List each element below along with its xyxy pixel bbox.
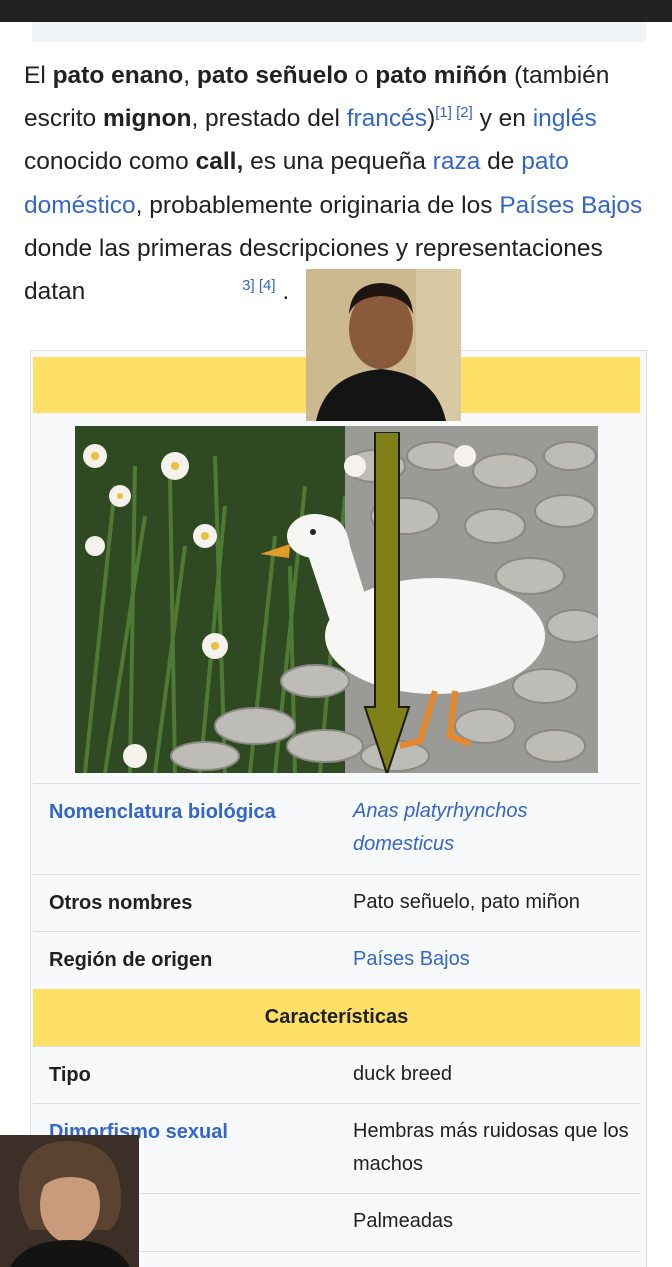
row-value: Palmeadas bbox=[353, 1210, 454, 1232]
infobox-row-otros-nombres: Otros nombres Pato señuelo, pato miñon bbox=[33, 874, 640, 931]
row-value: Hembras más ruidosas que los machos bbox=[353, 1120, 629, 1175]
duck-photo[interactable] bbox=[75, 426, 598, 773]
ref-4[interactable]: [4] bbox=[259, 277, 276, 294]
row-label: Región de origen bbox=[49, 949, 213, 971]
infobox-row-nomenclatura: Nomenclatura biológica Anas platyrhyncho… bbox=[33, 783, 640, 874]
term-pato-senuelo: pato señuelo bbox=[196, 62, 348, 89]
link-raza[interactable]: raza bbox=[433, 148, 481, 175]
person-portrait-icon bbox=[306, 269, 461, 421]
overlay-photo-top bbox=[306, 269, 461, 421]
ref-1[interactable]: [1] bbox=[435, 104, 452, 121]
term-mignon: mignon bbox=[102, 105, 192, 133]
link-paises-bajos[interactable]: Países Bajos bbox=[499, 192, 642, 219]
term-pato-enano: pato enano bbox=[52, 62, 184, 89]
infobox-row-tipo: Tipo duck breed bbox=[33, 1046, 640, 1103]
section-caracteristicas: Características bbox=[33, 989, 640, 1046]
duck-illustration bbox=[75, 426, 598, 773]
status-bar bbox=[0, 0, 672, 22]
term-pato-minon: pato miñón bbox=[375, 62, 508, 89]
link-ingles[interactable]: inglés bbox=[533, 105, 597, 132]
ref-3[interactable]: 3] bbox=[242, 277, 255, 294]
ref-2[interactable]: [2] bbox=[456, 104, 473, 121]
infobox-row-region: Región de origen Países Bajos bbox=[33, 931, 640, 989]
person-portrait-icon bbox=[0, 1135, 139, 1267]
row-label[interactable]: Nomenclatura biológica bbox=[49, 801, 276, 824]
row-value[interactable]: Anas platyrhynchos domesticus bbox=[353, 795, 633, 861]
row-label: Otros nombres bbox=[49, 892, 193, 914]
row-value[interactable]: Países Bajos bbox=[353, 943, 633, 976]
row-value: Pato señuelo, pato miñon bbox=[353, 891, 580, 913]
link-frances[interactable]: francés bbox=[347, 105, 427, 132]
overlay-photo-bottom bbox=[0, 1135, 139, 1267]
top-edge bbox=[32, 22, 646, 42]
infobox: Pa bbox=[30, 350, 647, 1267]
row-label: Tipo bbox=[49, 1064, 91, 1086]
down-arrow-icon bbox=[363, 432, 411, 773]
term-call: call, bbox=[195, 148, 244, 176]
row-value: duck breed bbox=[353, 1063, 452, 1085]
